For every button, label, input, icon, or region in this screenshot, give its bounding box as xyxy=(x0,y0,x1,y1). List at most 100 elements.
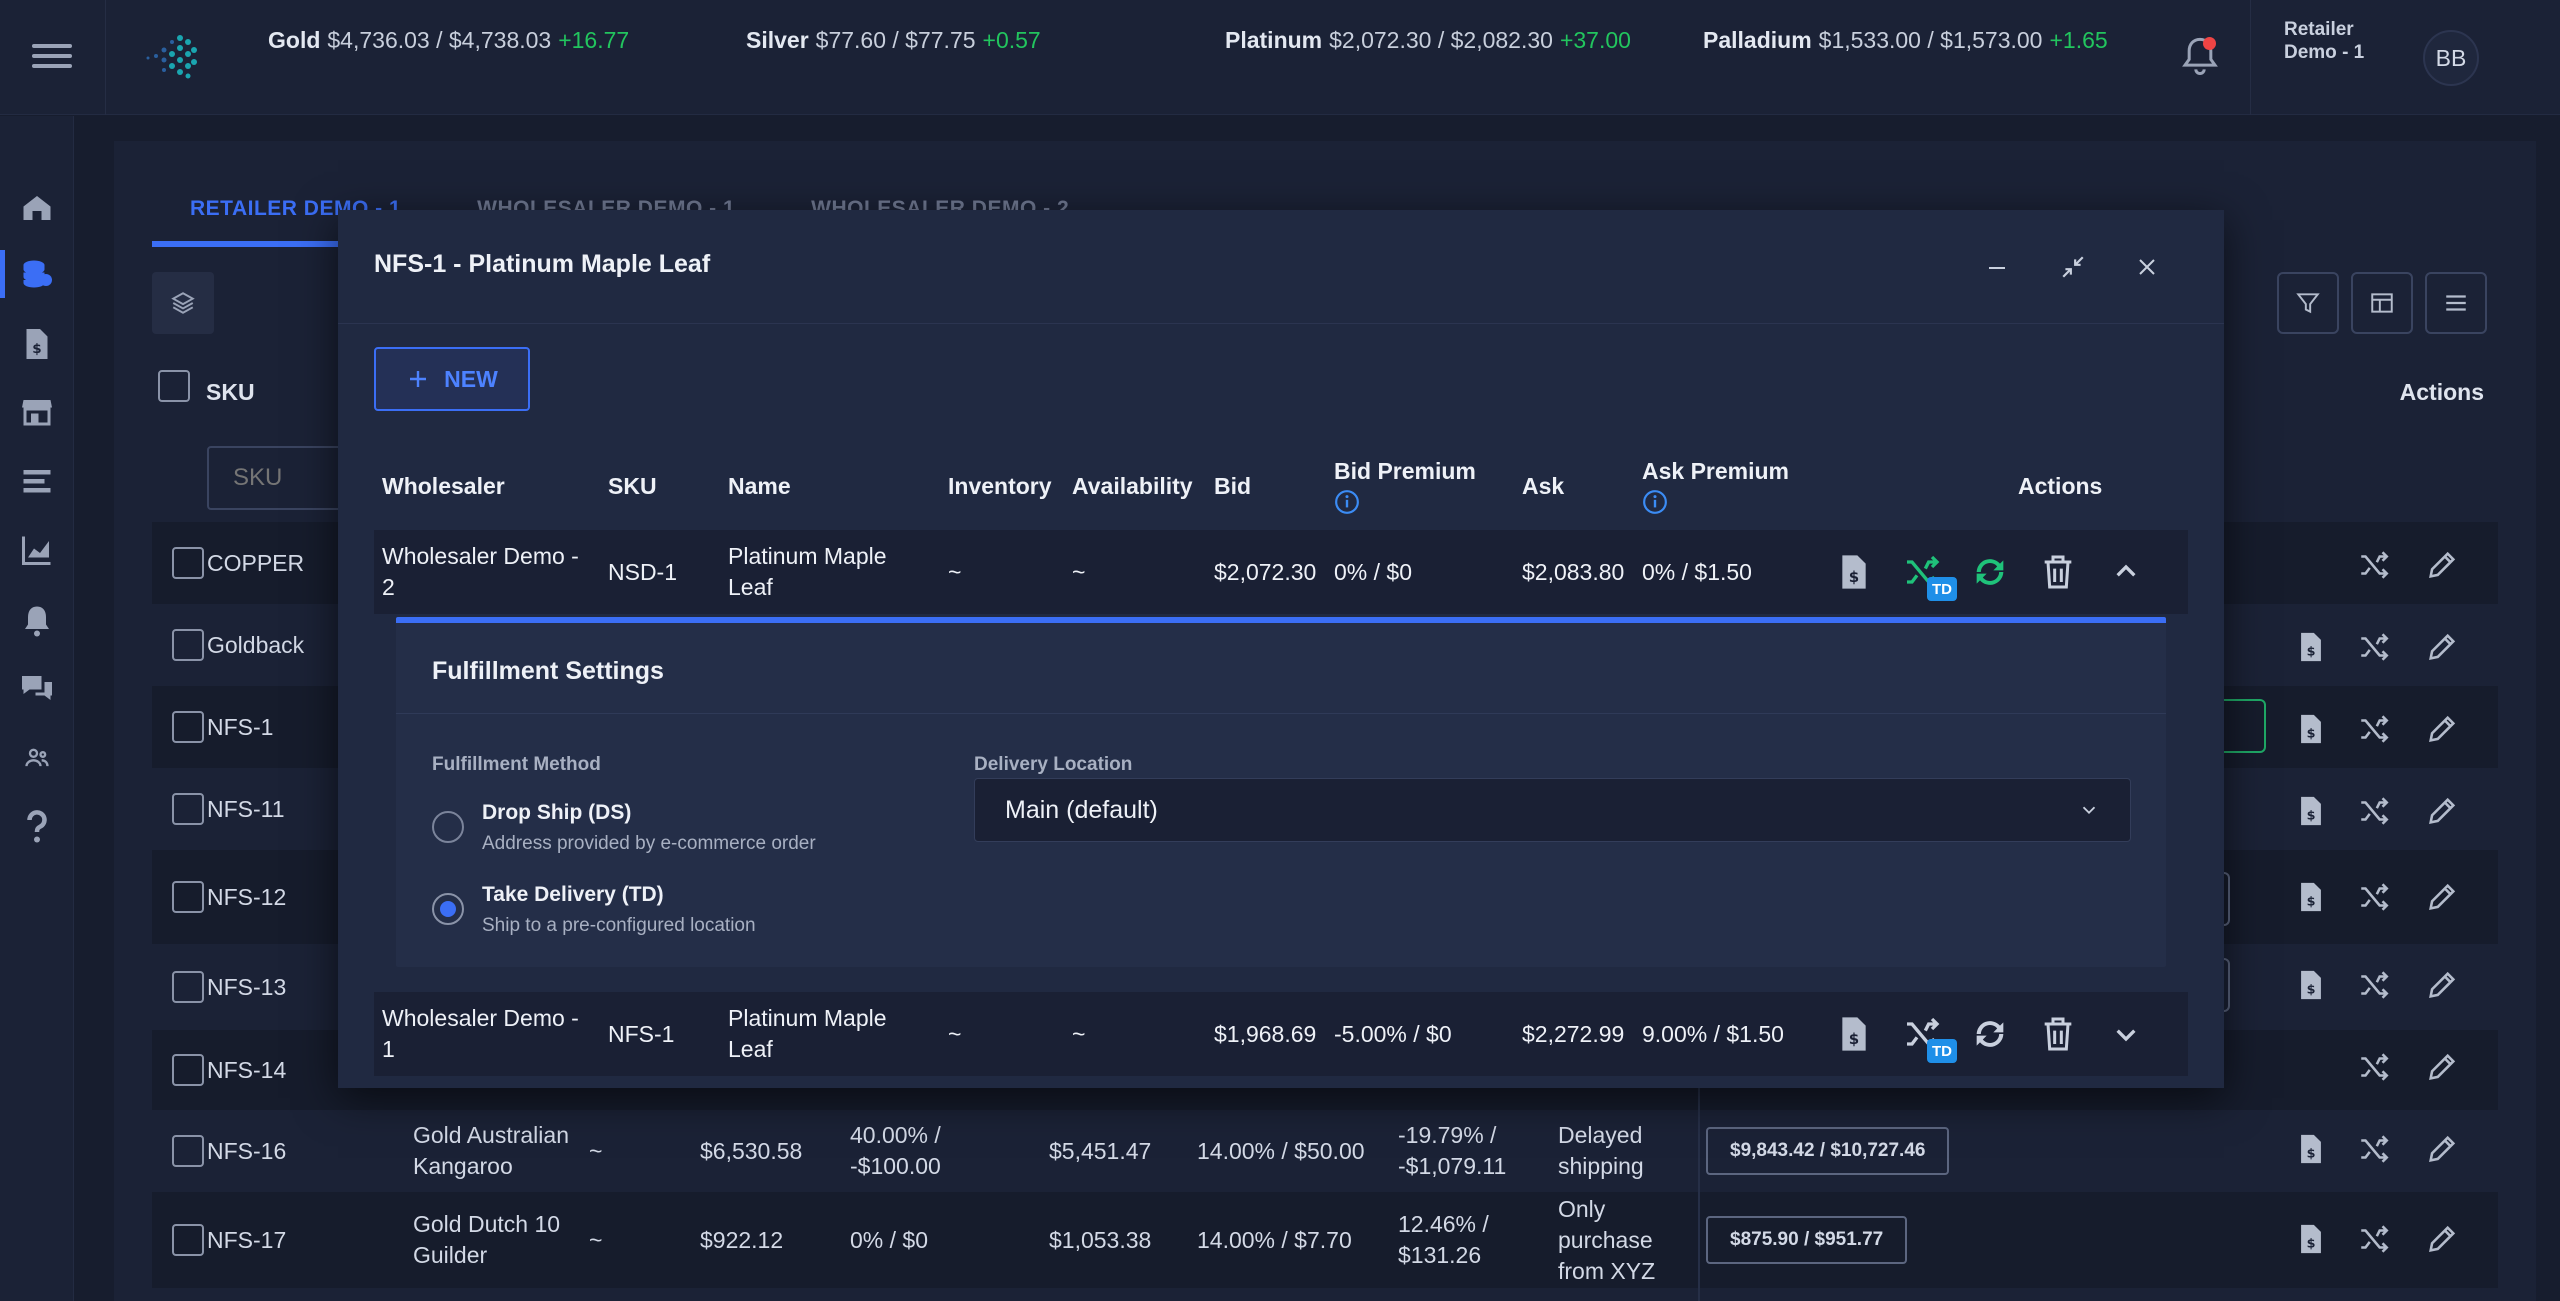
nav-help[interactable] xyxy=(0,796,74,856)
density-button[interactable] xyxy=(2425,272,2487,334)
avatar[interactable]: BB xyxy=(2423,30,2479,86)
row-checkbox[interactable] xyxy=(172,711,204,743)
delivery-location-select[interactable]: Main (default) xyxy=(974,778,2131,842)
row-checkbox[interactable] xyxy=(172,547,204,579)
row-checkbox[interactable] xyxy=(172,881,204,913)
edit-icon[interactable] xyxy=(2425,1132,2459,1166)
row-price-pill[interactable]: $9,843.42 / $10,727.46 xyxy=(1706,1127,1950,1175)
filter-button[interactable] xyxy=(2277,272,2339,334)
invoice-icon[interactable]: $ xyxy=(2294,880,2328,914)
edit-icon[interactable] xyxy=(2425,712,2459,746)
nav-analytics[interactable] xyxy=(0,520,74,580)
col-sku[interactable]: SKU xyxy=(608,442,657,530)
radio-drop-ship[interactable] xyxy=(432,811,464,843)
assign-icon[interactable] xyxy=(2357,1050,2391,1084)
assign-icon[interactable] xyxy=(2357,712,2391,746)
row-checkbox[interactable] xyxy=(172,1224,204,1256)
col-name[interactable]: Name xyxy=(728,442,791,530)
users-icon xyxy=(25,748,49,767)
option-title[interactable]: Drop Ship (DS) xyxy=(482,801,631,825)
table-row[interactable]: Wholesaler Demo - 1 NFS-1 Platinum Maple… xyxy=(374,992,2188,1076)
row-bid-premium: -5.00% / $0 xyxy=(1334,1020,1452,1047)
modal-header: NFS-1 - Platinum Maple Leaf xyxy=(338,210,2224,324)
columns-button[interactable] xyxy=(2351,272,2413,334)
nav-list[interactable] xyxy=(0,452,74,512)
row-checkbox[interactable] xyxy=(172,629,204,661)
assign-icon[interactable] xyxy=(2357,548,2391,582)
assign-icon[interactable] xyxy=(2357,968,2391,1002)
nav-messages[interactable] xyxy=(0,658,74,718)
assign-icon[interactable] xyxy=(2357,1132,2391,1166)
info-icon[interactable] xyxy=(1642,489,1668,515)
retailer-name[interactable]: Retailer Demo - 1 xyxy=(2284,18,2384,64)
edit-icon[interactable] xyxy=(2425,630,2459,664)
col-ask[interactable]: Ask xyxy=(1522,442,1564,530)
new-button[interactable]: NEW xyxy=(374,347,530,411)
trash-icon[interactable] xyxy=(2038,552,2078,592)
invoice-icon[interactable]: $ xyxy=(1834,1014,1874,1054)
svg-text:$: $ xyxy=(2307,727,2316,742)
refresh-icon[interactable] xyxy=(1970,552,2010,592)
assign-icon[interactable] xyxy=(2357,880,2391,914)
edit-icon[interactable] xyxy=(2425,548,2459,582)
table-row[interactable]: Wholesaler Demo - 2 NSD-1 Platinum Maple… xyxy=(374,530,2188,614)
invoice-icon[interactable]: $ xyxy=(2294,1222,2328,1256)
invoice-icon[interactable]: $ xyxy=(2294,1132,2328,1166)
restore-button[interactable] xyxy=(2050,244,2096,290)
chart-icon xyxy=(22,536,51,565)
edit-icon[interactable] xyxy=(2425,1050,2459,1084)
row-inventory: ~ xyxy=(589,1226,603,1253)
invoice-icon[interactable]: $ xyxy=(2294,968,2328,1002)
nav-invoices[interactable]: $ xyxy=(0,314,74,374)
col-wholesaler[interactable]: Wholesaler xyxy=(382,442,505,530)
assign-icon[interactable] xyxy=(2357,630,2391,664)
row-diff: 12.46% / $131.26 xyxy=(1398,1211,1489,1268)
option-title[interactable]: Take Delivery (TD) xyxy=(482,883,664,907)
edit-icon[interactable] xyxy=(2425,880,2459,914)
menu-icon[interactable] xyxy=(32,38,72,74)
assign-icon[interactable] xyxy=(2357,1222,2391,1256)
table-row[interactable]: NFS-17 Gold Dutch 10 Guilder ~ $922.12 0… xyxy=(152,1192,2498,1288)
col-bid-premium[interactable]: Bid Premium xyxy=(1334,442,1476,530)
row-checkbox[interactable] xyxy=(172,1135,204,1167)
col-bid[interactable]: Bid xyxy=(1214,442,1251,530)
trash-icon[interactable] xyxy=(2038,1014,2078,1054)
row-sku: NFS-11 xyxy=(207,795,285,822)
invoice-icon[interactable]: $ xyxy=(2294,794,2328,828)
edit-icon[interactable] xyxy=(2425,1222,2459,1256)
minimize-button[interactable] xyxy=(1974,244,2020,290)
chevron-down-icon[interactable] xyxy=(2106,1014,2146,1054)
assign-icon[interactable] xyxy=(2357,794,2391,828)
row-checkbox[interactable] xyxy=(172,1054,204,1086)
top-bar: Gold $4,736.03 / $4,738.03 +16.77 Silver $7… xyxy=(0,0,2560,115)
edit-icon[interactable] xyxy=(2425,968,2459,1002)
col-inventory[interactable]: Inventory xyxy=(948,442,1052,530)
col-ask-premium[interactable]: Ask Premium xyxy=(1642,442,1789,530)
col-availability[interactable]: Availability xyxy=(1072,442,1193,530)
radio-take-delivery[interactable] xyxy=(432,893,464,925)
info-icon[interactable] xyxy=(1334,489,1360,515)
refresh-icon[interactable] xyxy=(1970,1014,2010,1054)
row-sku: NSD-1 xyxy=(608,558,678,585)
chevron-up-icon[interactable] xyxy=(2106,552,2146,592)
nav-inventory[interactable] xyxy=(0,244,74,304)
select-all-checkbox[interactable] xyxy=(158,370,190,402)
nav-home[interactable] xyxy=(0,178,74,238)
nav-users[interactable] xyxy=(0,728,74,788)
table-row[interactable]: NFS-16 Gold Australian Kangaroo ~ $6,530… xyxy=(152,1110,2498,1192)
invoice-icon[interactable]: $ xyxy=(2294,712,2328,746)
grid-sku-header: SKU xyxy=(206,379,255,405)
edit-icon[interactable] xyxy=(2425,794,2459,828)
row-ask-premium: 14.00% / $7.70 xyxy=(1197,1226,1352,1253)
nav-store[interactable] xyxy=(0,382,74,442)
invoice-icon[interactable]: $ xyxy=(2294,630,2328,664)
row-bid: $922.12 xyxy=(700,1226,784,1253)
row-checkbox[interactable] xyxy=(172,971,204,1003)
invoice-icon[interactable]: $ xyxy=(1834,552,1874,592)
close-button[interactable] xyxy=(2124,244,2170,290)
nav-alerts[interactable] xyxy=(0,590,74,650)
row-checkbox[interactable] xyxy=(172,793,204,825)
layers-button[interactable] xyxy=(152,272,214,334)
row-ask-premium: 0% / $1.50 xyxy=(1642,558,1752,585)
row-price-pill[interactable]: $875.90 / $951.77 xyxy=(1706,1216,1908,1264)
